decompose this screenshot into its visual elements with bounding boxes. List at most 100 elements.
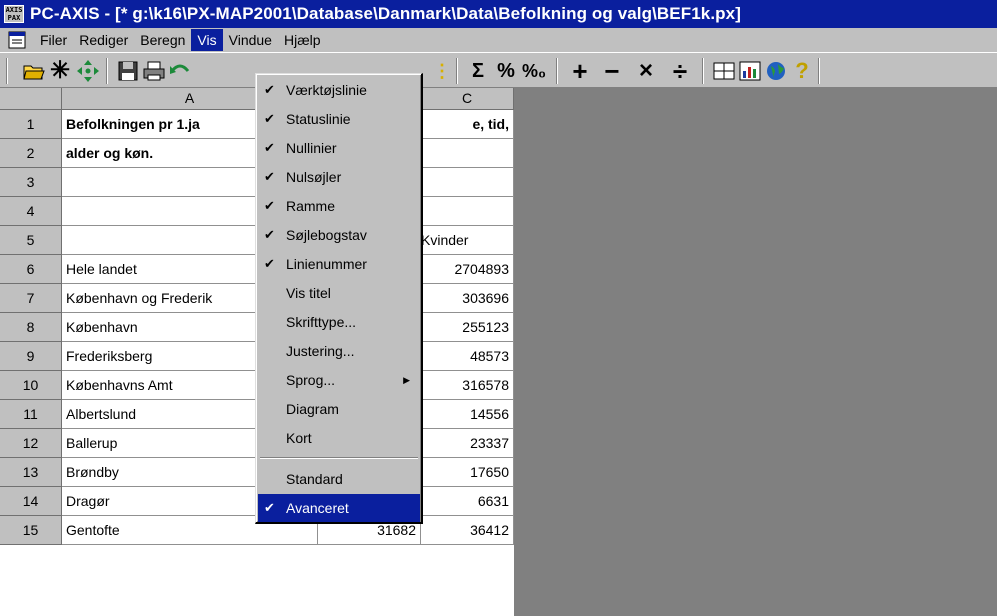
menu-item-label: Justering... [286,343,355,359]
cell-c[interactable]: 14556 [421,400,514,429]
toolbar: ✳ ⋮ Σ % %₀ + − × ÷ ? [0,52,997,88]
vis-menu-item-ramme[interactable]: ✔ Ramme [258,192,420,220]
cell-c[interactable]: 2704893 [421,255,514,284]
row-header[interactable]: 15 [0,516,62,545]
percent-button[interactable]: % [494,59,518,83]
checkmark-icon: ✔ [264,500,275,515]
row-header[interactable]: 8 [0,313,62,342]
flow-glyph: ⋮ [433,61,451,81]
vis-menu-item-standard[interactable]: Standard [258,465,420,493]
vis-menu-item-vis-titel[interactable]: Vis titel [258,279,420,307]
cell-c[interactable]: e, tid, [421,110,514,139]
cell-c[interactable]: 303696 [421,284,514,313]
menu-hjaelp[interactable]: Hjælp [278,29,327,51]
flow-icon[interactable]: ⋮ [430,59,454,83]
vis-menu-item-diagram[interactable]: Diagram [258,395,420,423]
vis-menu-item-nulsøjler[interactable]: ✔ Nulsøjler [258,163,420,191]
minus-button[interactable]: − [600,56,624,86]
divide-button[interactable]: ÷ [668,56,692,86]
cell-c[interactable] [421,139,514,168]
print-icon[interactable] [142,59,166,83]
row-header[interactable]: 13 [0,458,62,487]
cell-c[interactable]: 36412 [421,516,514,545]
menu-item-label: Ramme [286,198,336,214]
vis-menu-item-statuslinie[interactable]: ✔ Statuslinie [258,105,420,133]
toolbar-separator [702,58,704,84]
minus-label: − [604,56,620,86]
sum-button[interactable]: Σ [466,59,490,83]
vis-menu-item-justering[interactable]: Justering... [258,337,420,365]
save-icon[interactable] [116,59,140,83]
menu-item-label: Diagram [286,401,339,417]
vis-menu-item-linienummer[interactable]: ✔ Linienummer [258,250,420,278]
sum-label: Σ [471,60,484,82]
map-globe-icon[interactable] [764,59,788,83]
cell-c[interactable] [421,197,514,226]
permille-button[interactable]: %₀ [522,59,546,83]
column-header-c[interactable]: C [421,88,514,110]
vis-menu-item-søjlebogstav[interactable]: ✔ Søjlebogstav [258,221,420,249]
menu-filer[interactable]: Filer [34,29,73,51]
menu-item-label: Skrifttype... [286,314,357,330]
vis-menu-item-sprog[interactable]: Sprog... ▶ [258,366,420,394]
vis-menu-item-avanceret[interactable]: ✔ Avanceret [258,494,420,522]
permille-label: %₀ [521,61,547,81]
multiply-label: × [638,57,653,84]
vis-menu-item-nullinier[interactable]: ✔ Nullinier [258,134,420,162]
vis-menu-item-værktøjslinie[interactable]: ✔ Værktøjslinie [258,76,420,104]
menu-vindue[interactable]: Vindue [223,29,278,51]
divide-label: ÷ [672,56,688,86]
menu-item-label: Standard [286,471,343,487]
cell-c[interactable] [421,168,514,197]
menu-bar: Filer Rediger Beregn Vis Vindue Hjælp [0,28,997,52]
document-icon[interactable] [6,30,30,50]
row-header[interactable]: 5 [0,226,62,255]
asterisk-icon[interactable]: ✳ [48,59,72,83]
row-header[interactable]: 11 [0,400,62,429]
corner-header[interactable] [0,88,62,110]
help-button[interactable]: ? [790,59,814,83]
row-header[interactable]: 4 [0,197,62,226]
cell-c[interactable]: 23337 [421,429,514,458]
checkmark-icon: ✔ [264,111,275,126]
row-header[interactable]: 7 [0,284,62,313]
undo-icon[interactable] [168,59,192,83]
toolbar-separator [6,58,8,84]
row-header[interactable]: 2 [0,139,62,168]
checkmark-icon: ✔ [264,198,275,213]
menu-rediger[interactable]: Rediger [73,29,134,51]
title-bar: AXIS PAX PC-AXIS - [* g:\k16\PX-MAP2001\D… [0,0,997,28]
row-header[interactable]: 6 [0,255,62,284]
cell-c[interactable]: 17650 [421,458,514,487]
multiply-button[interactable]: × [634,59,658,83]
cell-c[interactable]: 255123 [421,313,514,342]
menu-beregn[interactable]: Beregn [134,29,191,51]
cell-c[interactable]: Kvinder [421,226,514,255]
cell-c[interactable]: 6631 [421,487,514,516]
app-logo-icon[interactable]: AXIS PAX [4,5,24,23]
menu-item-label: Nullinier [286,140,337,156]
table-icon[interactable] [712,59,736,83]
row-header[interactable]: 12 [0,429,62,458]
plus-button[interactable]: + [568,58,592,84]
toolbar-separator [456,58,458,84]
row-header[interactable]: 1 [0,110,62,139]
open-folder-icon[interactable] [22,59,46,83]
help-icon: ? [795,58,809,83]
chart-icon[interactable] [738,59,762,83]
cell-c[interactable]: 316578 [421,371,514,400]
menu-separator [260,457,418,459]
menu-item-label: Linienummer [286,256,367,272]
vis-menu-item-skrifttype[interactable]: Skrifttype... [258,308,420,336]
cell-c[interactable]: 48573 [421,342,514,371]
move-arrows-icon[interactable] [76,59,100,83]
menu-filer-label: Filer [40,32,68,48]
menu-vis[interactable]: Vis [191,29,223,51]
row-header[interactable]: 14 [0,487,62,516]
percent-label: % [497,60,515,82]
vis-menu-item-kort[interactable]: Kort [258,424,420,452]
row-header[interactable]: 10 [0,371,62,400]
menu-item-label: Statuslinie [286,111,351,127]
row-header[interactable]: 3 [0,168,62,197]
row-header[interactable]: 9 [0,342,62,371]
